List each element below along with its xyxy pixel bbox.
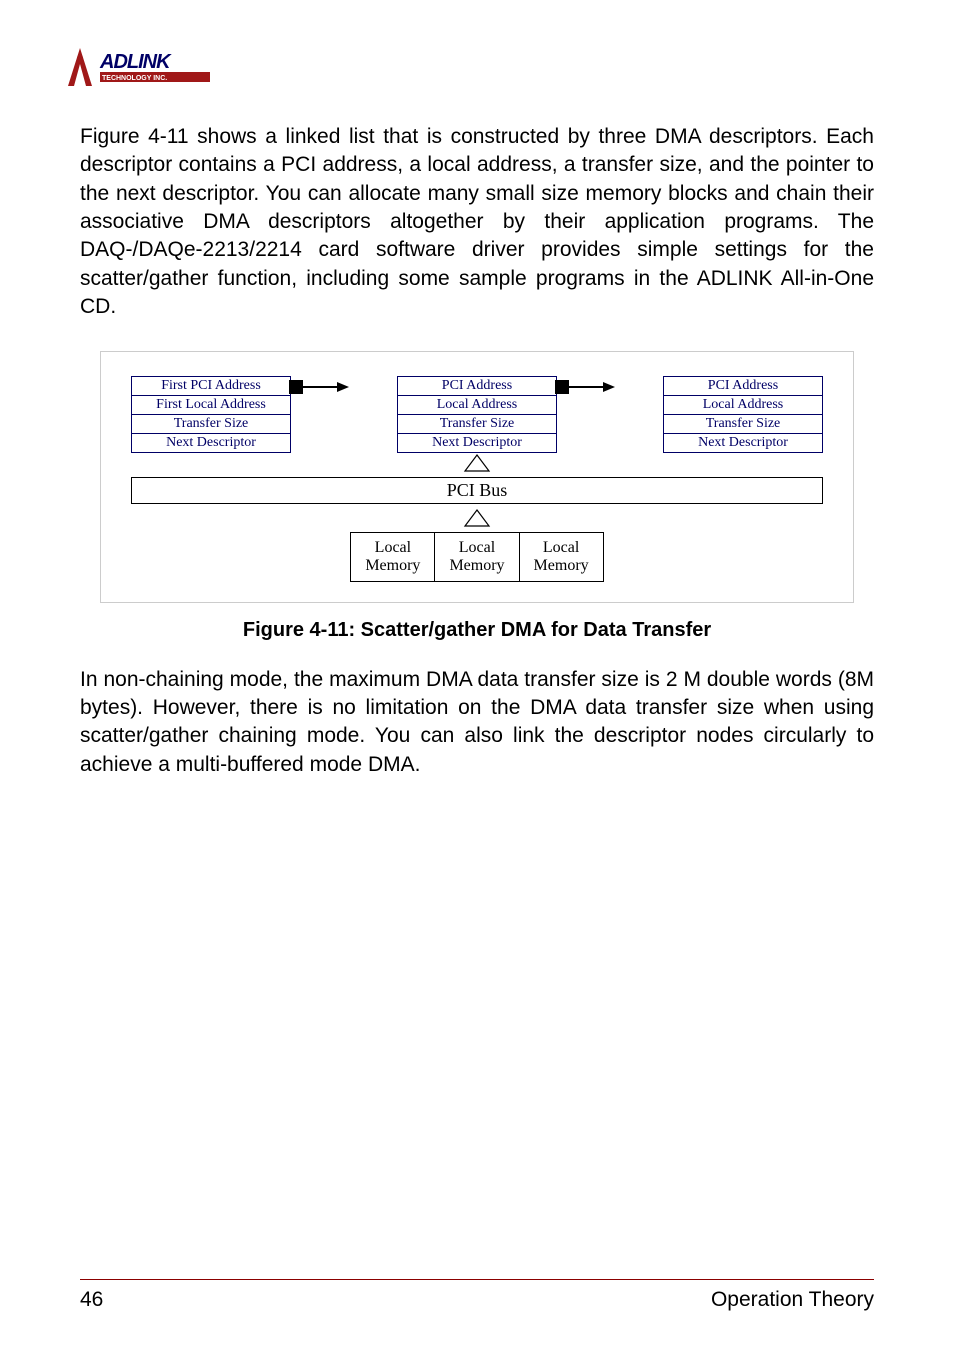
mem-line: Memory	[365, 557, 420, 574]
descriptor-block-1: First PCI Address First Local Address Tr…	[131, 376, 291, 453]
memory-cell-1: Local Memory	[350, 532, 435, 581]
descriptor-block-3: PCI Address Local Address Transfer Size …	[663, 376, 823, 453]
svg-text:TECHNOLOGY INC.: TECHNOLOGY INC.	[102, 75, 167, 82]
adlink-logo: ADLINK TECHNOLOGY INC.	[60, 40, 874, 99]
desc-cell: Next Descriptor	[131, 434, 291, 453]
desc-cell: Next Descriptor	[397, 434, 557, 453]
page-number: 46	[80, 1288, 103, 1312]
descriptor-block-2: PCI Address Local Address Transfer Size …	[397, 376, 557, 453]
memory-cell-3: Local Memory	[520, 532, 604, 581]
desc-cell: Transfer Size	[663, 415, 823, 434]
mem-line: Local	[375, 539, 411, 556]
triangle-up-icon	[131, 508, 823, 528]
mem-line: Memory	[534, 557, 589, 574]
arrow-right-icon	[289, 380, 349, 394]
desc-cell: Transfer Size	[131, 415, 291, 434]
memory-cell-2: Local Memory	[435, 532, 519, 581]
desc-cell: First PCI Address	[131, 376, 291, 396]
arrow-right-icon	[555, 380, 615, 394]
paragraph-1: Figure 4-11 shows a linked list that is …	[80, 123, 874, 321]
desc-cell: PCI Address	[397, 376, 557, 396]
desc-cell: Next Descriptor	[663, 434, 823, 453]
mem-line: Local	[459, 539, 495, 556]
triangle-up-icon	[131, 453, 823, 473]
pci-bus-label: PCI Bus	[131, 477, 823, 504]
section-title: Operation Theory	[711, 1288, 874, 1312]
desc-cell: First Local Address	[131, 396, 291, 415]
desc-cell: Local Address	[397, 396, 557, 415]
figure-caption: Figure 4-11: Scatter/gather DMA for Data…	[80, 619, 874, 642]
desc-cell: Transfer Size	[397, 415, 557, 434]
mem-line: Memory	[449, 557, 504, 574]
figure-diagram: First PCI Address First Local Address Tr…	[100, 351, 854, 602]
paragraph-2: In non-chaining mode, the maximum DMA da…	[80, 666, 874, 779]
desc-cell: PCI Address	[663, 376, 823, 396]
page-footer: 46 Operation Theory	[80, 1279, 874, 1312]
svg-text:ADLINK: ADLINK	[99, 51, 172, 73]
mem-line: Local	[543, 539, 579, 556]
desc-cell: Local Address	[663, 396, 823, 415]
